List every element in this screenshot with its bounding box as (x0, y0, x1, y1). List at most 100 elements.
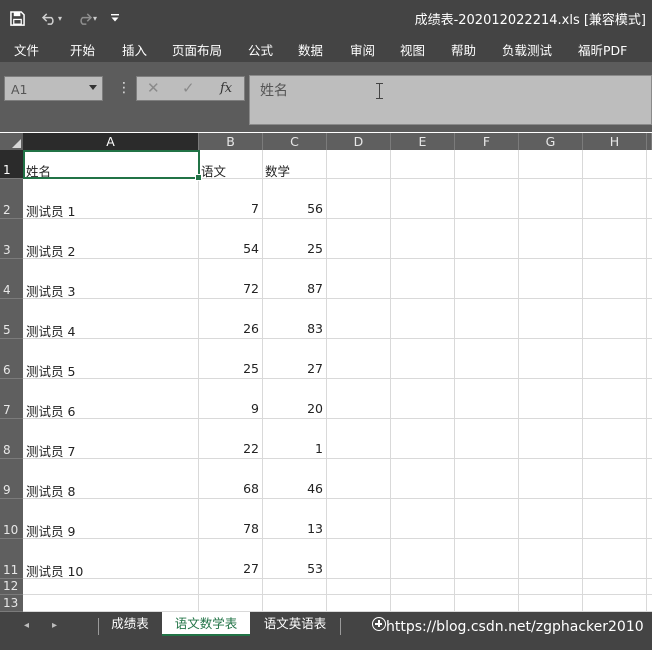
column-header-e[interactable]: E (391, 133, 455, 150)
formula-content: 姓名 (260, 83, 288, 99)
row-header-11[interactable]: 11 (0, 539, 23, 579)
cell-b3[interactable]: 54 (199, 241, 259, 256)
column-header-partial[interactable] (647, 133, 652, 150)
active-cell-selection (23, 150, 202, 181)
row-header-6[interactable]: 6 (0, 339, 23, 379)
tab-view[interactable]: 视图 (400, 40, 425, 59)
watermark-text: https://blog.csdn.net/zgphacker2010 (386, 619, 644, 635)
column-headers: A B C D E F G H (23, 133, 652, 150)
cell-c4[interactable]: 87 (263, 281, 323, 296)
chevron-down-icon: ▾ (57, 13, 62, 23)
cell-b11[interactable]: 27 (199, 561, 259, 576)
tab-home[interactable]: 开始 (70, 40, 95, 59)
cell-a9[interactable]: 测试员 8 (26, 481, 75, 500)
save-icon (9, 10, 25, 26)
cell-a8[interactable]: 测试员 7 (26, 441, 75, 460)
column-header-b[interactable]: B (199, 133, 263, 150)
cell-c8[interactable]: 1 (263, 441, 323, 456)
column-header-a[interactable]: A (23, 133, 199, 150)
row-headers: 1 2 3 4 5 6 7 8 9 10 11 12 13 (0, 150, 23, 612)
sheet-tab-chinese-math[interactable]: 语文数学表 (162, 612, 250, 636)
cell-a5[interactable]: 测试员 4 (26, 321, 75, 340)
cell-b6[interactable]: 25 (199, 361, 259, 376)
tab-help[interactable]: 帮助 (451, 40, 476, 59)
cell-c9[interactable]: 46 (263, 481, 323, 496)
cell-a2[interactable]: 测试员 1 (26, 201, 75, 220)
tab-review[interactable]: 审阅 (350, 40, 375, 59)
row-header-2[interactable]: 2 (0, 179, 23, 219)
row-header-8[interactable]: 8 (0, 419, 23, 459)
scroll-tabs-right-icon[interactable]: ▸ (52, 620, 57, 631)
customize-toolbar-button[interactable] (104, 0, 126, 36)
cell-b2[interactable]: 7 (199, 201, 259, 216)
formula-bar-area: A1 ⋮ ✕ ✓ fx 姓名 (0, 62, 652, 132)
sheet-tab-scores[interactable]: 成绩表 (99, 612, 161, 636)
cell-b7[interactable]: 9 (199, 401, 259, 416)
chevron-down-icon: ▾ (92, 13, 97, 23)
tab-file[interactable]: 文件 (14, 40, 39, 59)
row-header-12[interactable]: 12 (0, 579, 23, 595)
cell-c11[interactable]: 53 (263, 561, 323, 576)
tab-foxit-pdf[interactable]: 福昕PDF (578, 40, 627, 59)
cell-c3[interactable]: 25 (263, 241, 323, 256)
undo-button[interactable]: ▾ (34, 0, 70, 36)
cell-a3[interactable]: 测试员 2 (26, 241, 75, 260)
insert-function-icon[interactable]: fx (220, 81, 232, 96)
cell-c2[interactable]: 56 (263, 201, 323, 216)
column-header-h[interactable]: H (583, 133, 647, 150)
cell-a4[interactable]: 测试员 3 (26, 281, 75, 300)
formula-input[interactable]: 姓名 (249, 75, 652, 125)
select-all-button[interactable] (0, 133, 23, 150)
cell-a7[interactable]: 测试员 6 (26, 401, 75, 420)
column-header-c[interactable]: C (263, 133, 327, 150)
formula-buttons: ✕ ✓ fx (136, 76, 245, 101)
cell-a10[interactable]: 测试员 9 (26, 521, 75, 540)
title-bar: ▾ ▾ 成绩表-202012022214.xls [兼容模式] (0, 0, 652, 36)
cell-c10[interactable]: 13 (263, 521, 323, 536)
redo-button[interactable]: ▾ (70, 0, 104, 36)
tab-page-layout[interactable]: 页面布局 (172, 40, 222, 59)
row-header-7[interactable]: 7 (0, 379, 23, 419)
text-cursor-icon (376, 82, 384, 100)
more-options-icon[interactable]: ⋮ (117, 81, 131, 95)
row-header-10[interactable]: 10 (0, 499, 23, 539)
sheet-tab-chinese-english[interactable]: 语文英语表 (251, 612, 339, 636)
row-header-3[interactable]: 3 (0, 219, 23, 259)
row-header-5[interactable]: 5 (0, 299, 23, 339)
row-header-13[interactable]: 13 (0, 595, 23, 612)
cell-b8[interactable]: 22 (199, 441, 259, 456)
cell-b4[interactable]: 72 (199, 281, 259, 296)
column-header-d[interactable]: D (327, 133, 391, 150)
name-box[interactable]: A1 (4, 76, 103, 101)
chevron-down-icon[interactable] (89, 85, 97, 90)
row-header-1[interactable]: 1 (0, 150, 23, 179)
cell-c5[interactable]: 83 (263, 321, 323, 336)
column-header-f[interactable]: F (455, 133, 519, 150)
tab-formulas[interactable]: 公式 (248, 40, 273, 59)
save-button[interactable] (0, 0, 34, 36)
cell-b1[interactable]: 语文 (201, 161, 226, 180)
scroll-tabs-left-icon[interactable]: ◂ (24, 620, 29, 631)
tab-insert[interactable]: 插入 (122, 40, 147, 59)
cell-b9[interactable]: 68 (199, 481, 259, 496)
tab-load-test[interactable]: 负载测试 (502, 40, 552, 59)
cell-a6[interactable]: 测试员 5 (26, 361, 75, 380)
row-header-4[interactable]: 4 (0, 259, 23, 299)
name-box-value: A1 (11, 82, 28, 97)
cell-c7[interactable]: 20 (263, 401, 323, 416)
add-sheet-icon[interactable] (372, 617, 386, 631)
worksheet-grid[interactable]: 姓名 语文 数学 测试员 1 7 56 测试员 2 54 25 测试员 3 72… (23, 150, 652, 612)
cancel-icon[interactable]: ✕ (147, 79, 160, 97)
tab-data[interactable]: 数据 (298, 40, 323, 59)
window-title: 成绩表-202012022214.xls [兼容模式] (414, 13, 646, 28)
cell-c6[interactable]: 27 (263, 361, 323, 376)
cell-c1[interactable]: 数学 (265, 161, 290, 180)
cell-a11[interactable]: 测试员 10 (26, 561, 83, 580)
column-header-g[interactable]: G (519, 133, 583, 150)
cell-b5[interactable]: 26 (199, 321, 259, 336)
cell-b10[interactable]: 78 (199, 521, 259, 536)
confirm-icon[interactable]: ✓ (182, 79, 195, 97)
sheet-tab-bar: ◂ ▸ 成绩表 语文数学表 语文英语表 https://blog.csdn.ne… (0, 612, 652, 650)
row-header-9[interactable]: 9 (0, 459, 23, 499)
customize-icon (111, 14, 119, 22)
